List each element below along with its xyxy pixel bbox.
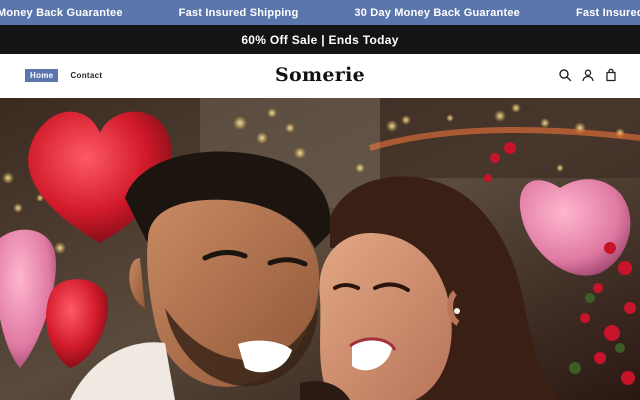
- cart-icon[interactable]: [604, 68, 618, 82]
- hero-image: [0, 98, 640, 400]
- sale-text: 60% Off Sale | Ends Today: [241, 32, 399, 47]
- account-icon[interactable]: [581, 68, 595, 82]
- announcement-item: Fast Insured Shipping: [575, 6, 640, 19]
- announcement-bar: Money Back Guarantee Fast Insured Shippi…: [0, 0, 640, 25]
- announcement-item: Fast Insured Shipping: [178, 6, 299, 19]
- header-icons: [558, 68, 618, 82]
- site-header: Home Contact Somerie: [0, 54, 640, 99]
- hero-banner[interactable]: [0, 98, 640, 400]
- announcement-track: Money Back Guarantee Fast Insured Shippi…: [0, 0, 640, 25]
- sale-banner: 60% Off Sale | Ends Today: [0, 25, 640, 54]
- search-icon[interactable]: [558, 68, 572, 82]
- announcement-item: 30 Day Money Back Guarantee: [354, 6, 520, 19]
- site-logo[interactable]: Somerie: [0, 64, 640, 86]
- announcement-item: Money Back Guarantee: [0, 6, 123, 19]
